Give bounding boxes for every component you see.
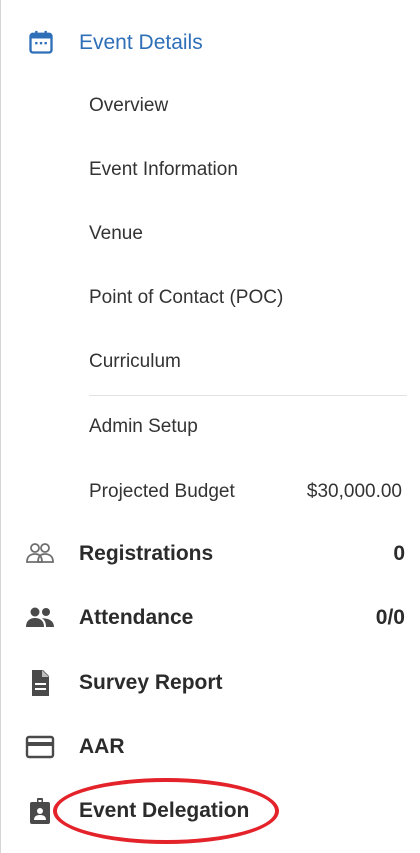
card-icon <box>25 735 55 759</box>
calendar-icon <box>29 30 53 54</box>
sub-item-venue[interactable]: Venue <box>89 222 143 246</box>
attendance-count: 0/0 <box>375 606 405 629</box>
people-icon <box>26 607 54 627</box>
nav-item-label: Survey Report <box>79 671 223 694</box>
people-outline-icon <box>26 543 54 563</box>
sub-item-admin-setup[interactable]: Admin Setup <box>89 415 198 439</box>
sub-item-curriculum[interactable]: Curriculum <box>89 350 181 374</box>
sub-item-overview[interactable]: Overview <box>89 94 168 118</box>
sidebar-nav: Event Details Overview Event Information… <box>0 0 418 853</box>
nav-item-registrations[interactable]: Registrations 0 <box>1 534 419 574</box>
sub-item-point-of-contact[interactable]: Point of Contact (POC) <box>89 286 283 310</box>
nav-item-event-delegation[interactable]: Event Delegation <box>1 791 419 831</box>
divider <box>89 395 407 396</box>
nav-item-label: Attendance <box>79 606 194 629</box>
nav-item-label: Event Delegation <box>79 799 250 822</box>
registrations-count: 0 <box>393 542 405 565</box>
nav-item-attendance[interactable]: Attendance 0/0 <box>1 598 419 638</box>
nav-item-aar[interactable]: AAR <box>1 727 419 767</box>
nav-item-label: AAR <box>79 735 125 758</box>
badge-icon <box>30 798 50 824</box>
document-icon <box>32 670 49 696</box>
nav-item-label: Event Details <box>79 31 203 54</box>
nav-item-label: Registrations <box>79 542 214 565</box>
nav-item-survey-report[interactable]: Survey Report <box>1 663 419 703</box>
projected-budget-value: $30,000.00 <box>306 481 402 502</box>
sub-item-projected-budget[interactable]: Projected Budget <box>89 480 235 504</box>
sub-item-event-information[interactable]: Event Information <box>89 158 238 182</box>
nav-item-event-details[interactable]: Event Details <box>1 18 411 66</box>
